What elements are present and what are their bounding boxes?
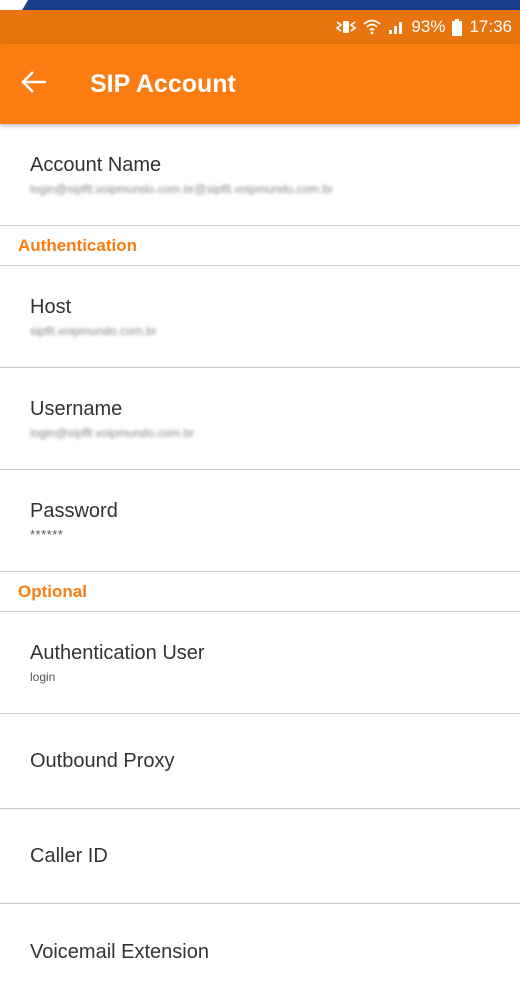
pref-title: Voicemail Extension: [30, 940, 209, 963]
arrow-back-icon: [20, 68, 48, 101]
section-header-optional: Optional: [0, 572, 520, 612]
page-title: SIP Account: [90, 69, 236, 98]
pref-title: Authentication User: [30, 642, 205, 664]
pref-username[interactable]: Username login@sipflt.voipmundo.com.br: [0, 368, 520, 470]
pref-voicemail-extension[interactable]: Voicemail Extension: [0, 904, 520, 999]
pref-password[interactable]: Password ******: [0, 470, 520, 572]
section-header-authentication: Authentication: [0, 226, 520, 266]
signal-icon: [388, 19, 404, 35]
pref-summary: login@sipflt.voipmundo.com.br@sipflt.voi…: [30, 182, 334, 196]
pref-title: Outbound Proxy: [30, 750, 175, 772]
pref-summary: login: [30, 670, 56, 684]
battery-percent: 93%: [411, 17, 446, 36]
back-button[interactable]: [0, 44, 74, 124]
pref-summary: sipflt.voipmundo.com.br: [30, 324, 157, 338]
pref-authentication-user[interactable]: Authentication User login: [0, 612, 520, 714]
pref-summary: ******: [30, 527, 64, 542]
clock: 17:36: [469, 17, 512, 36]
preferences-list: Account Name login@sipflt.voipmundo.com.…: [0, 124, 520, 999]
status-bar: 93% 17:36: [0, 10, 520, 44]
battery-icon: [452, 18, 463, 36]
pref-title: Host: [30, 296, 72, 318]
vibrate-icon: [336, 19, 357, 35]
pref-caller-id[interactable]: Caller ID: [0, 809, 520, 904]
pref-account-name[interactable]: Account Name login@sipflt.voipmundo.com.…: [0, 124, 520, 226]
top-edge-strip: [0, 0, 520, 10]
pref-outbound-proxy[interactable]: Outbound Proxy: [0, 714, 520, 809]
pref-title: Caller ID: [30, 845, 108, 867]
pref-title: Password: [30, 500, 118, 522]
wifi-icon: [363, 19, 382, 35]
pref-title: Account Name: [30, 154, 162, 176]
pref-title: Username: [30, 398, 123, 420]
pref-summary: login@sipflt.voipmundo.com.br: [30, 426, 195, 440]
pref-host[interactable]: Host sipflt.voipmundo.com.br: [0, 266, 520, 368]
app-bar: SIP Account: [0, 44, 520, 124]
